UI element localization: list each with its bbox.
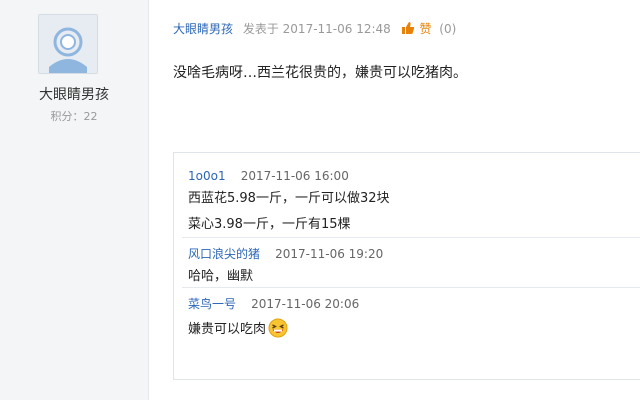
user-info-panel: 大眼睛男孩 积分：22 [0, 0, 149, 400]
post-header: 大眼睛男孩 发表于 2017-11-06 12:48 赞 (0) [173, 20, 456, 37]
comment-text-line: 哈哈，幽默 [188, 269, 254, 284]
like-button[interactable]: 赞 (0) [401, 20, 457, 37]
post-content: 没啥毛病呀…西兰花很贵的，嫌贵可以吃猪肉。 [173, 65, 467, 81]
comment-divider [182, 237, 640, 238]
comment-timestamp: 2017-11-06 20:06 [251, 297, 360, 311]
comment-author-link[interactable]: 菜鸟一号 [188, 297, 236, 311]
post-author-link[interactable]: 大眼睛男孩 [173, 22, 233, 36]
user-score: 积分：22 [50, 110, 98, 123]
comment-text-line: 西蓝花5.98一斤，一斤可以做32块 [188, 191, 390, 206]
comment-timestamp: 2017-11-06 19:20 [275, 247, 384, 261]
post-timestamp: 发表于 2017-11-06 12:48 [242, 22, 391, 36]
username[interactable]: 大眼睛男孩 [0, 84, 148, 104]
comment-divider [182, 287, 640, 288]
comment-text-line: 嫌贵可以吃肉 [174, 318, 640, 344]
comment-item: 1o0o1 2017-11-06 16:00 西蓝花5.98一斤，一斤可以做32… [174, 167, 640, 234]
default-user-avatar-icon [39, 15, 97, 73]
like-count: (0) [439, 22, 457, 36]
post-area: 大眼睛男孩 发表于 2017-11-06 12:48 赞 (0) 没啥毛病呀…西… [149, 0, 640, 400]
comment-text: 嫌贵可以吃肉 [188, 322, 267, 337]
comment-author-link[interactable]: 风口浪尖的猪 [188, 247, 260, 261]
laughing-face-emoji-icon [268, 318, 288, 344]
thumbs-up-icon [401, 22, 414, 34]
comment-item: 菜鸟一号 2017-11-06 20:06 嫌贵可以吃肉 [174, 295, 640, 344]
avatar[interactable] [38, 14, 98, 74]
comment-list: 1o0o1 2017-11-06 16:00 西蓝花5.98一斤，一斤可以做32… [173, 152, 640, 380]
comment-timestamp: 2017-11-06 16:00 [240, 169, 349, 183]
comment-text-line: 菜心3.98一斤，一斤有15棵 [188, 217, 351, 232]
comment-item: 风口浪尖的猪 2017-11-06 19:20 哈哈，幽默 [174, 245, 640, 286]
comment-author-link[interactable]: 1o0o1 [188, 169, 226, 183]
like-label: 赞 [419, 22, 432, 36]
